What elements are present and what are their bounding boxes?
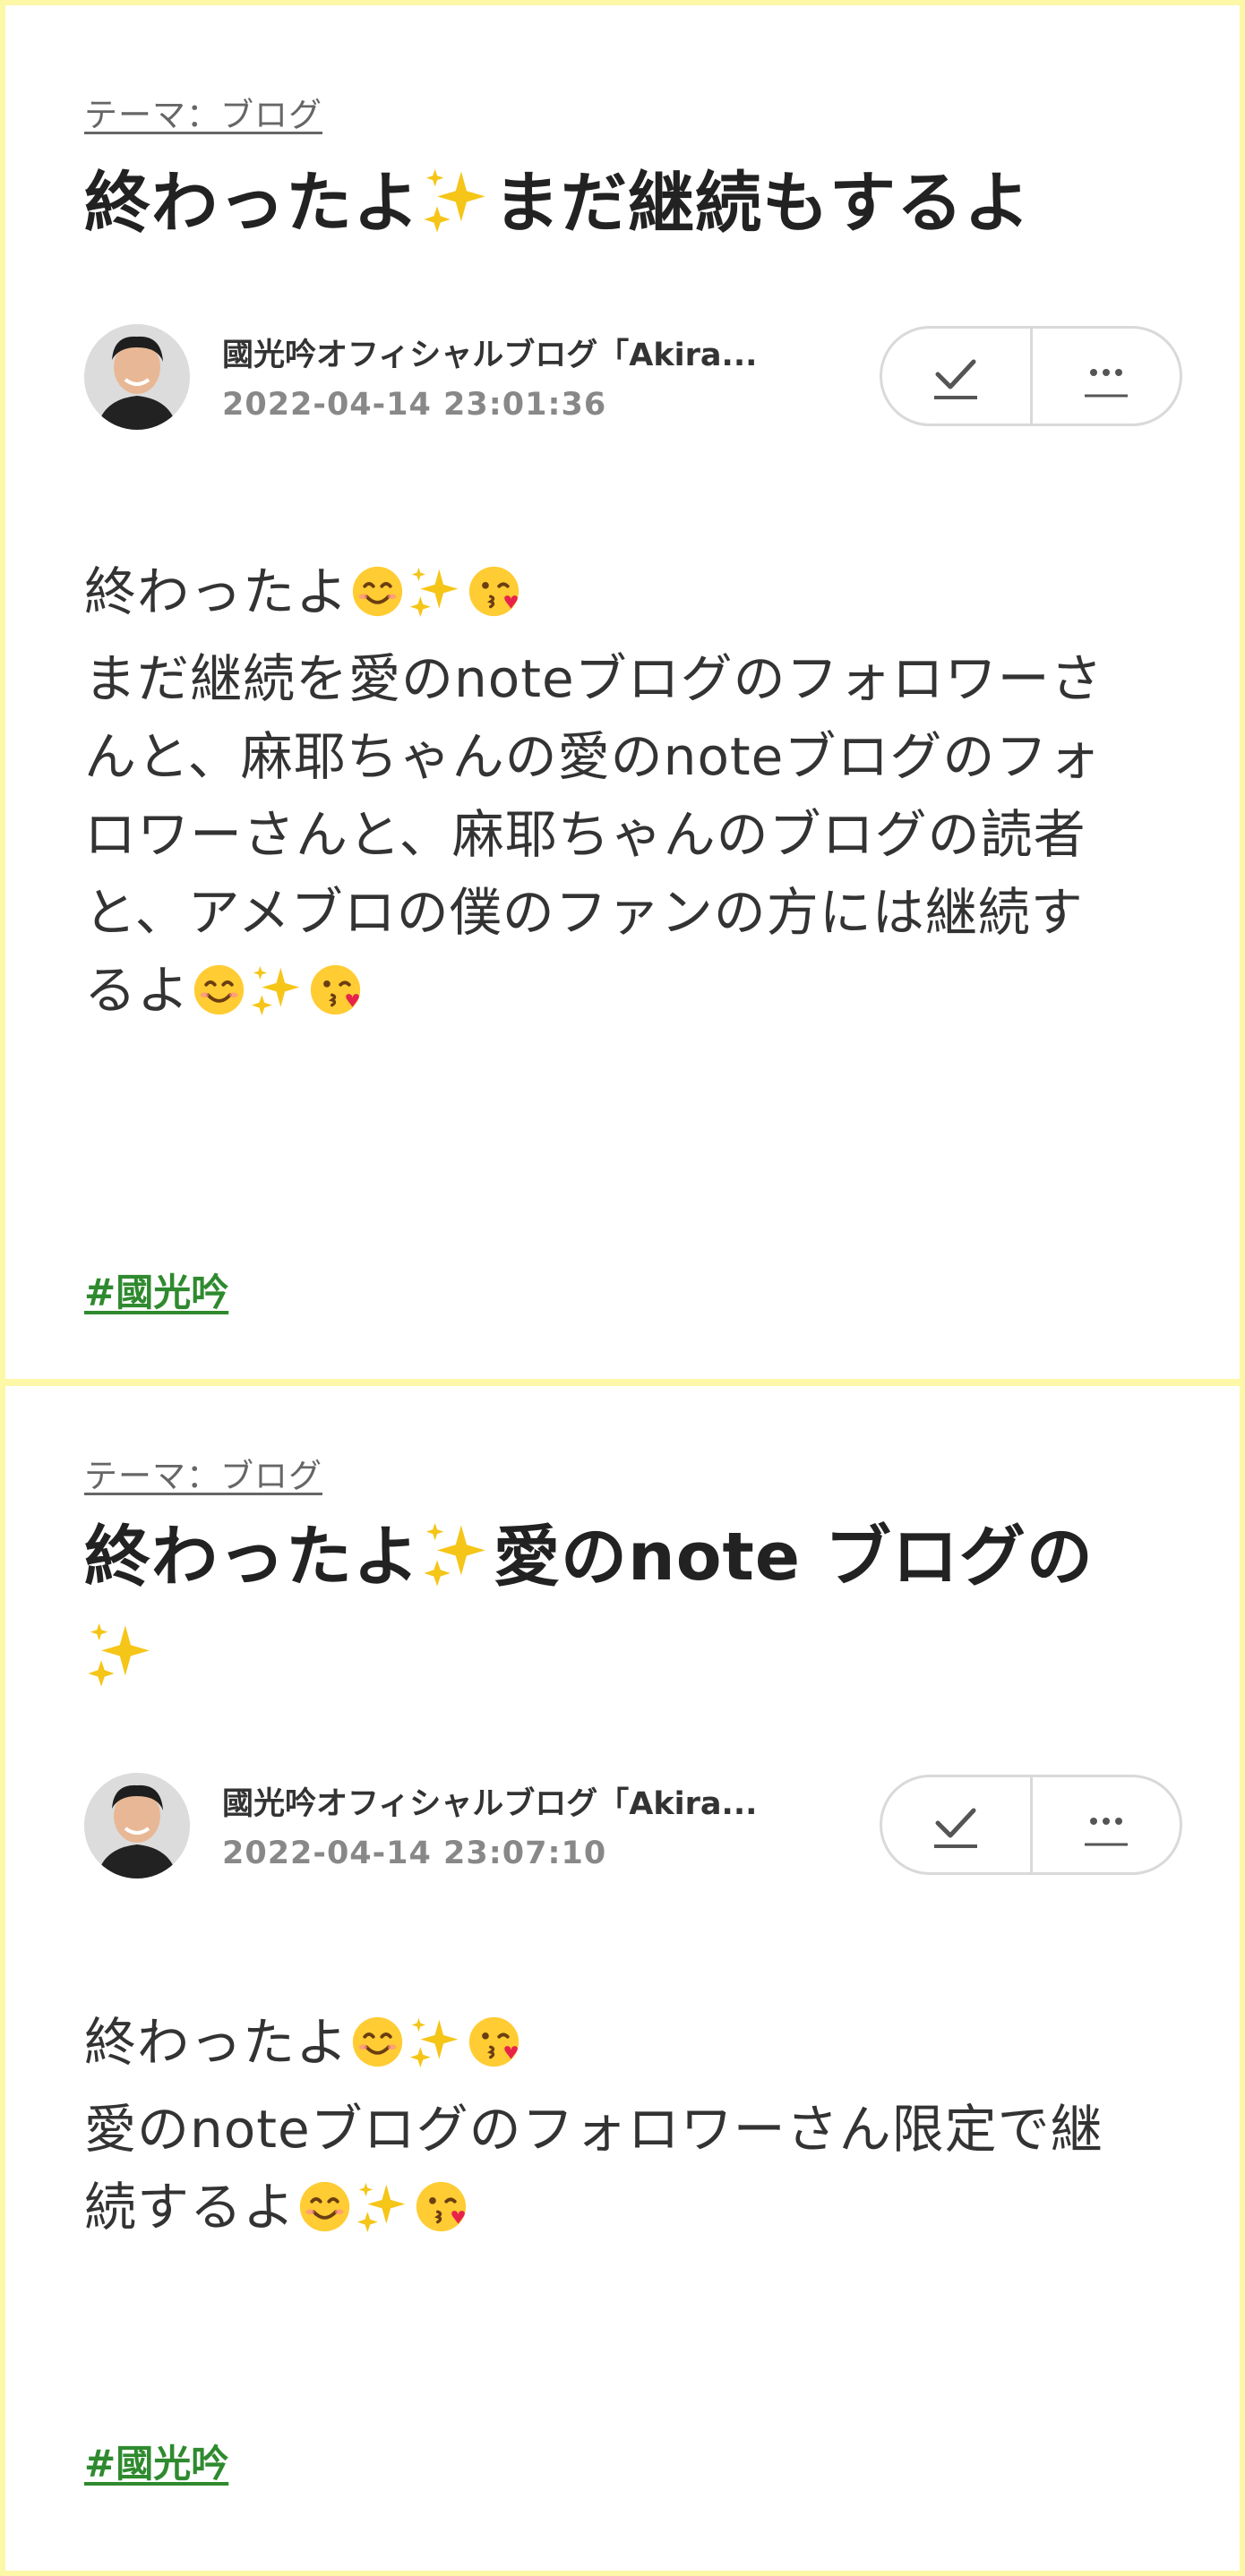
blog-entry: テーマ：ブログ 終わったよ まだ継続もするよ 國光吟オフィシャルブログ「Akira… [5, 5, 1240, 1379]
entry-actions [880, 326, 1182, 426]
author-avatar[interactable] [84, 1773, 190, 1879]
entry-body: 終わったよ まだ継続を愛のnoteブログのフォロワーさ んと、麻耶ちゃんの愛のn… [84, 553, 1195, 1039]
read-check-button[interactable] [882, 329, 1030, 424]
body-line: ロワーさんと、麻耶ちゃんのブログの読者 [84, 804, 1086, 865]
more-icon [1084, 369, 1128, 398]
author-name[interactable]: 國光吟オフィシャルブログ「Akira... [222, 329, 840, 375]
face-blowing-kiss-icon [467, 2013, 521, 2091]
body-line: 愛のnoteブログのフォロワーさん限定で継 [84, 2099, 1103, 2160]
sparkles-icon [356, 2178, 410, 2255]
more-button[interactable] [1029, 1777, 1181, 1872]
post-datetime: 2022-04-14 23:07:10 [222, 1836, 607, 1871]
author-avatar[interactable] [84, 324, 190, 430]
body-line: んと、麻耶ちゃんの愛のnoteブログのフォ [84, 726, 1102, 787]
read-check-button[interactable] [882, 1777, 1030, 1872]
smiling-face-icon [350, 562, 405, 640]
sparkles-icon [86, 1619, 156, 1712]
theme-link[interactable]: テーマ：ブログ [84, 1449, 322, 1497]
hashtag-link[interactable]: #國光吟 [84, 1262, 228, 1317]
check-icon [934, 1808, 978, 1848]
face-blowing-kiss-icon [467, 562, 521, 640]
body-line: と、アメブロの僕のファンの方には継続す [84, 882, 1084, 943]
entry-title[interactable]: 終わったよ 愛のnote ブログの [84, 1511, 1195, 1712]
author-name[interactable]: 國光吟オフィシャルブログ「Akira... [222, 1778, 840, 1824]
sparkles-icon [250, 961, 305, 1039]
theme-link[interactable]: テーマ：ブログ [84, 88, 322, 136]
smiling-face-icon [350, 2013, 405, 2091]
sparkles-icon [422, 1519, 492, 1612]
more-icon [1084, 1818, 1128, 1846]
entry-actions [880, 1775, 1182, 1875]
entry-title-line: 終わったよ 愛のnote ブログの [84, 1511, 1195, 1612]
sparkles-icon [422, 165, 492, 258]
sparkles-icon [408, 2013, 463, 2091]
check-icon [934, 359, 978, 399]
hashtag-link[interactable]: #國光吟 [84, 2434, 228, 2488]
face-blowing-kiss-icon [414, 2178, 468, 2255]
page: テーマ：ブログ 終わったよ まだ継続もするよ 國光吟オフィシャルブログ「Akira… [5, 5, 1240, 2571]
body-line: 終わったよ [84, 2004, 1195, 2091]
entry-body: 終わったよ 愛のnoteブログのフォロワーさん限定で継 続するよ [84, 2004, 1195, 2255]
entry-title[interactable]: 終わったよ まだ継続もするよ [84, 158, 1195, 258]
smiling-face-icon [192, 961, 246, 1039]
entry-title-line [84, 1612, 1195, 1712]
smiling-face-icon [297, 2178, 352, 2255]
body-line: るよ [84, 952, 1195, 1039]
face-blowing-kiss-icon [308, 961, 363, 1039]
post-datetime: 2022-04-14 23:01:36 [222, 387, 607, 423]
blog-entry: テーマ：ブログ 終わったよ 愛のnote ブログの 國光吟オフィシャルブログ「Ak… [5, 1386, 1240, 2571]
body-line: まだ継続を愛のnoteブログのフォロワーさ [84, 648, 1103, 709]
avatar-photo [84, 324, 190, 430]
body-line: 終わったよ [84, 553, 1195, 640]
entry-title-line: 終わったよ まだ継続もするよ [84, 165, 1031, 242]
body-line: 続するよ [84, 2169, 1195, 2255]
sparkles-icon [408, 562, 463, 640]
more-button[interactable] [1029, 329, 1181, 424]
avatar-photo [84, 1773, 190, 1879]
